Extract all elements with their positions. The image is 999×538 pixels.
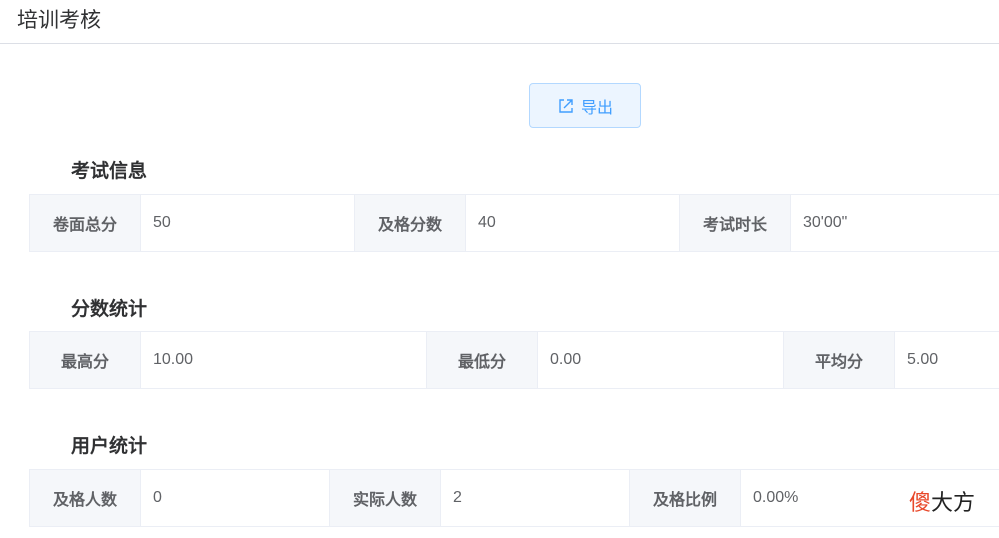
export-button[interactable]: 导出: [529, 83, 641, 128]
actual-count-label: 实际人数: [329, 469, 441, 527]
total-score-value: 50: [140, 194, 355, 252]
exam-info-table: 卷面总分 50 及格分数 40 考试时长 30'00": [29, 194, 999, 252]
watermark-rest: 大方: [931, 491, 976, 516]
page-header: 培训考核: [0, 0, 999, 44]
user-stats-table: 及格人数 0 实际人数 2 及格比例 0.00%: [29, 469, 999, 527]
min-score-value: 0.00: [537, 331, 784, 389]
exam-info-row: 卷面总分 50 及格分数 40 考试时长 30'00": [29, 194, 999, 252]
exam-duration-label: 考试时长: [679, 194, 791, 252]
passed-count-value: 0: [140, 469, 330, 527]
actual-count-value: 2: [440, 469, 630, 527]
score-stats-table: 最高分 10.00 最低分 0.00 平均分 5.00: [29, 331, 999, 389]
min-score-label: 最低分: [426, 331, 538, 389]
user-stats-title: 用户统计: [71, 435, 148, 457]
passed-count-label: 及格人数: [29, 469, 141, 527]
pass-score-label: 及格分数: [354, 194, 466, 252]
score-stats-row: 最高分 10.00 最低分 0.00 平均分 5.00: [29, 331, 999, 389]
pass-score-value: 40: [465, 194, 680, 252]
score-stats-title: 分数统计: [71, 298, 148, 320]
watermark-first-char: 傻: [909, 491, 932, 516]
total-score-label: 卷面总分: [29, 194, 141, 252]
pass-rate-label: 及格比例: [629, 469, 741, 527]
max-score-label: 最高分: [29, 331, 141, 389]
watermark: 傻大方: [909, 485, 975, 517]
exam-duration-value: 30'00": [790, 194, 999, 252]
exam-info-title: 考试信息: [71, 160, 148, 182]
page-title: 培训考核: [17, 8, 101, 32]
avg-score-label: 平均分: [783, 331, 895, 389]
avg-score-value: 5.00: [894, 331, 999, 389]
export-icon: [557, 97, 575, 115]
max-score-value: 10.00: [140, 331, 427, 389]
export-button-label: 导出: [580, 97, 613, 117]
user-stats-row: 及格人数 0 实际人数 2 及格比例 0.00%: [29, 469, 999, 527]
